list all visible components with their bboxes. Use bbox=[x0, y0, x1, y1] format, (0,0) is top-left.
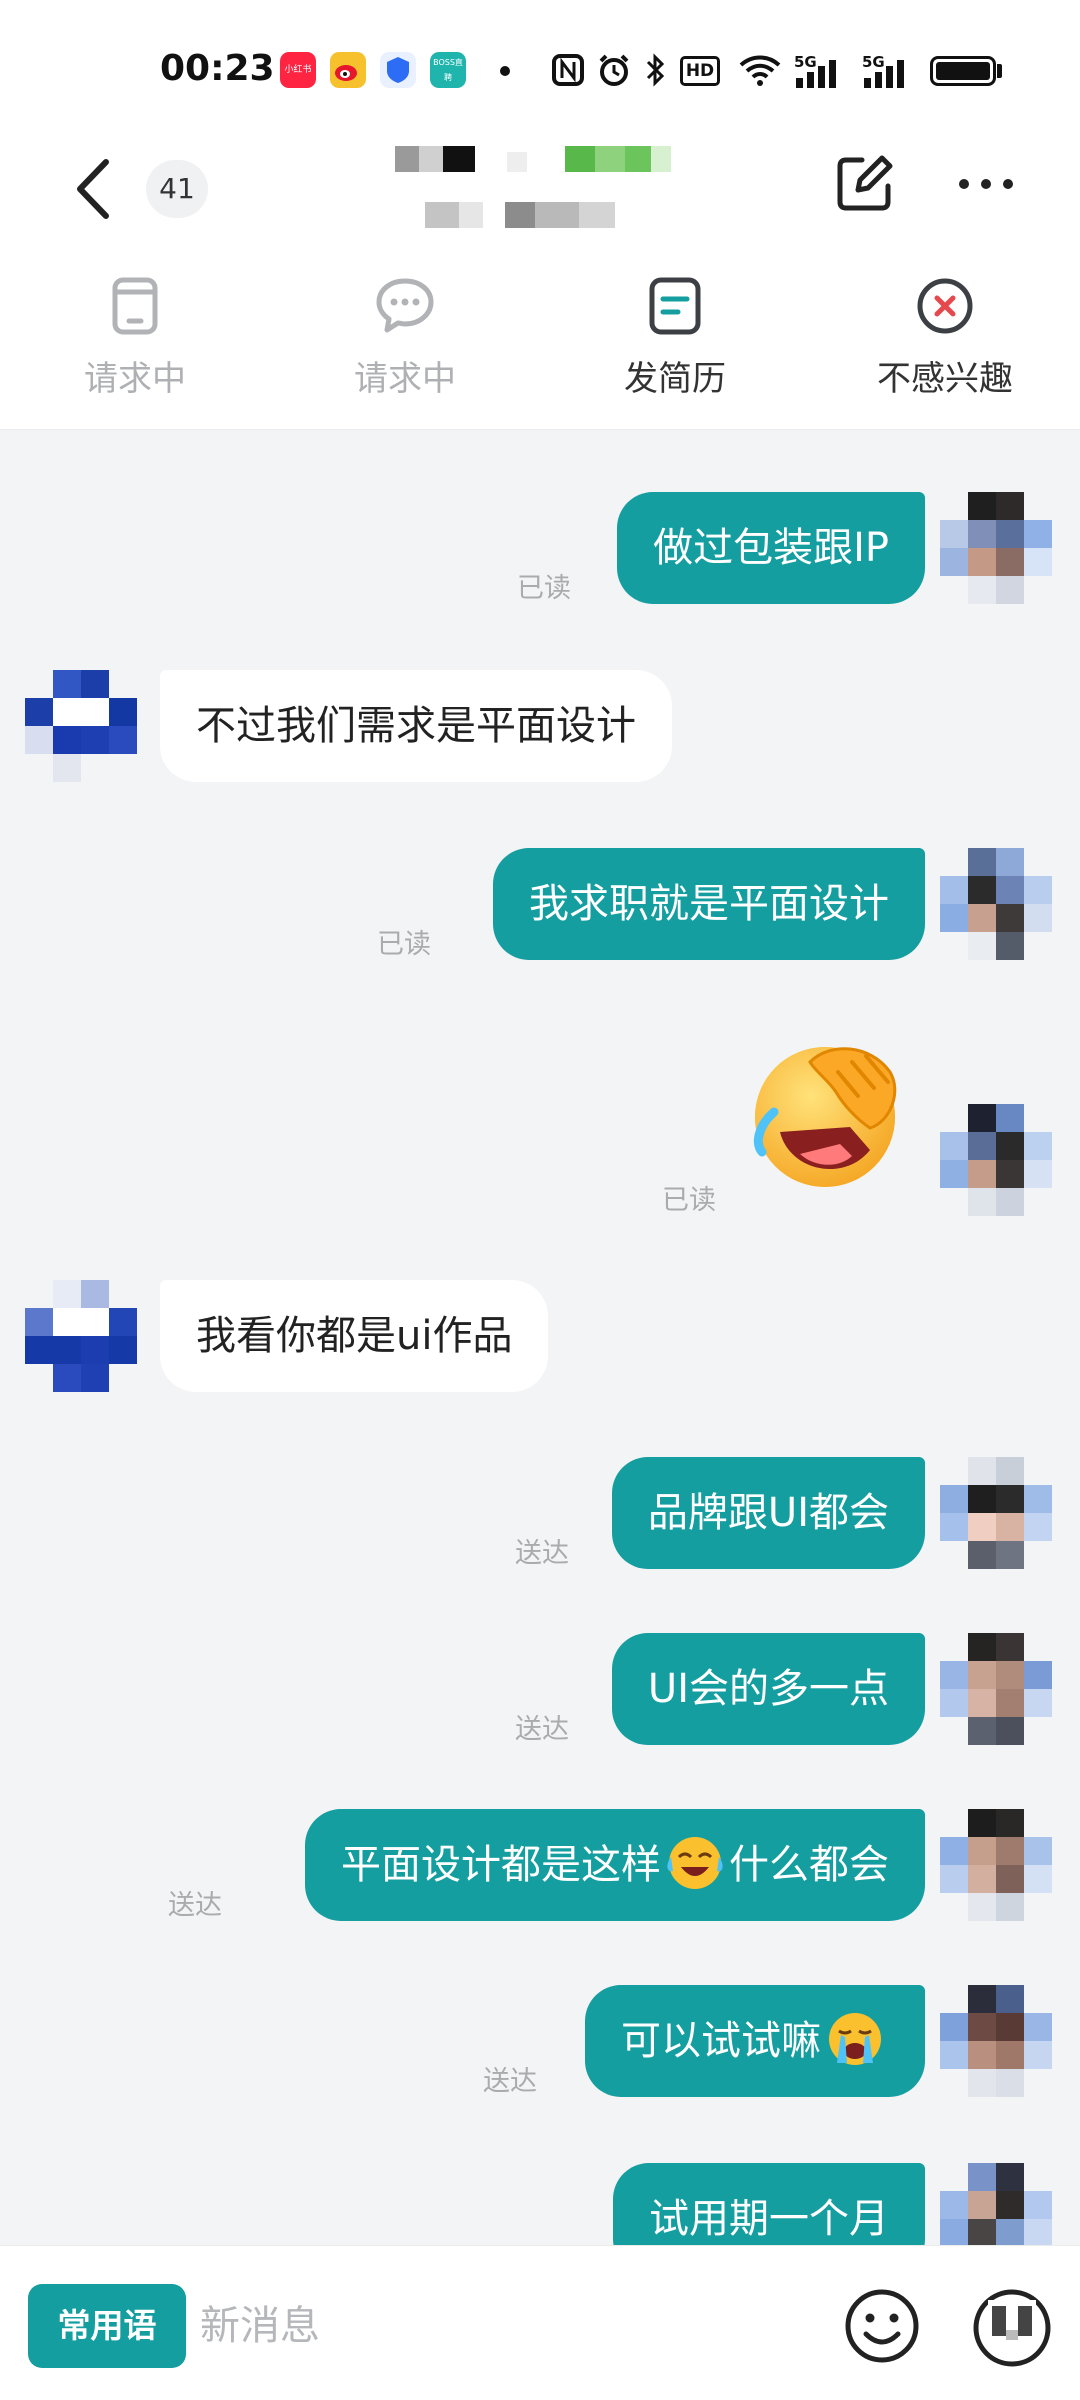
not-interested-label: 不感兴趣 bbox=[877, 359, 1013, 399]
message-text-part: 什么都会 bbox=[729, 1842, 889, 1888]
read-receipt: 已读 bbox=[377, 929, 431, 960]
signal-1-icon: 5G bbox=[794, 52, 844, 88]
message-row: 送达 UI会的多一点 bbox=[0, 1633, 1080, 1763]
chat-messages[interactable]: 已读 做过包装跟IP 不过我们需求是平面设计 已读 我求职就是平面设计 已读 我… bbox=[0, 430, 1080, 2245]
message-row: 我看你都是ui作品 bbox=[0, 1280, 1080, 1410]
weibo-icon bbox=[330, 52, 366, 88]
delivered-receipt: 送达 bbox=[483, 2066, 537, 2097]
action-bar: 请求中 请求中 发简历 不感兴趣 bbox=[0, 255, 1080, 430]
my-avatar[interactable] bbox=[940, 1104, 1052, 1216]
my-avatar[interactable] bbox=[940, 1457, 1052, 1569]
message-row: 已读 我求职就是平面设计 bbox=[0, 848, 1080, 978]
emoji-picker-icon[interactable] bbox=[842, 2286, 922, 2366]
shield-app-icon bbox=[380, 52, 416, 88]
nfc-icon bbox=[552, 54, 584, 86]
message-row: 送达 品牌跟UI都会 bbox=[0, 1457, 1080, 1587]
delivered-receipt: 送达 bbox=[515, 1538, 569, 1569]
request-phone-action[interactable]: 请求中 bbox=[25, 275, 245, 415]
message-row: 不过我们需求是平面设计 bbox=[0, 670, 1080, 800]
chat-header: 41 bbox=[0, 130, 1080, 255]
incoming-bubble[interactable]: 不过我们需求是平面设计 bbox=[160, 670, 672, 782]
more-attachments-icon[interactable] bbox=[970, 2286, 1054, 2370]
outgoing-bubble[interactable]: 做过包装跟IP bbox=[617, 492, 925, 604]
status-bar: 00:23 小红书 BOSS直聘 HD 5G 5G bbox=[0, 0, 1080, 130]
request-wechat-action[interactable]: 请求中 bbox=[295, 275, 515, 415]
message-text-part: 可以试试嘛 bbox=[621, 2018, 821, 2064]
more-options-icon[interactable] bbox=[956, 174, 1016, 194]
facepalm-laugh-emoji[interactable] bbox=[740, 1032, 915, 1192]
request-phone-label: 请求中 bbox=[84, 359, 186, 399]
outgoing-bubble[interactable]: 平面设计都是这样 什么都会 bbox=[305, 1809, 925, 1921]
delivered-receipt: 送达 bbox=[168, 1890, 222, 1921]
message-input-bar: 常用语 bbox=[0, 2245, 1080, 2400]
request-wechat-label: 请求中 bbox=[354, 359, 456, 399]
read-receipt: 已读 bbox=[517, 573, 571, 604]
message-row: 已读 做过包装跟IP bbox=[0, 492, 1080, 622]
xiaohongshu-icon: 小红书 bbox=[280, 52, 316, 88]
phone-request-icon bbox=[112, 277, 158, 335]
delivered-receipt: 送达 bbox=[515, 1714, 569, 1745]
message-row: 试用期一个月 bbox=[0, 2163, 1080, 2245]
my-avatar[interactable] bbox=[940, 1985, 1052, 2097]
back-arrow-icon[interactable] bbox=[70, 154, 120, 224]
not-interested-icon bbox=[917, 278, 973, 334]
contact-name-redacted[interactable] bbox=[395, 140, 695, 240]
my-avatar[interactable] bbox=[940, 492, 1052, 604]
outgoing-bubble[interactable]: 可以试试嘛 bbox=[585, 1985, 925, 2097]
tears-of-joy-emoji bbox=[667, 1837, 723, 1889]
outgoing-bubble[interactable]: 试用期一个月 bbox=[613, 2163, 925, 2245]
recruiter-avatar[interactable] bbox=[25, 1280, 137, 1392]
my-avatar[interactable] bbox=[940, 2163, 1052, 2245]
send-resume-action[interactable]: 发简历 bbox=[565, 275, 785, 415]
wifi-icon bbox=[739, 55, 781, 86]
send-resume-label: 发简历 bbox=[624, 359, 726, 399]
boss-zhipin-icon: BOSS直聘 bbox=[430, 52, 466, 88]
outgoing-bubble[interactable]: UI会的多一点 bbox=[611, 1633, 925, 1745]
my-avatar[interactable] bbox=[940, 1633, 1052, 1745]
bluetooth-icon bbox=[646, 53, 665, 87]
battery-icon bbox=[930, 56, 996, 86]
crying-emoji bbox=[829, 2013, 881, 2065]
outgoing-bubble[interactable]: 我求职就是平面设计 bbox=[493, 848, 925, 960]
quick-phrases-button[interactable]: 常用语 bbox=[28, 2284, 186, 2368]
message-input[interactable] bbox=[200, 2284, 820, 2368]
my-avatar[interactable] bbox=[940, 848, 1052, 960]
battery-cap bbox=[997, 64, 1002, 78]
incoming-bubble[interactable]: 我看你都是ui作品 bbox=[160, 1280, 549, 1392]
unread-count-badge[interactable]: 41 bbox=[146, 160, 208, 218]
outgoing-bubble[interactable]: 品牌跟UI都会 bbox=[611, 1457, 925, 1569]
hd-voice-icon: HD bbox=[680, 56, 720, 86]
message-row: 送达 可以试试嘛 bbox=[0, 1985, 1080, 2115]
wechat-request-icon bbox=[376, 278, 434, 333]
message-row: 送达 平面设计都是这样 什么都会 bbox=[0, 1809, 1080, 1939]
notification-dot bbox=[500, 66, 510, 76]
status-time: 00:23 bbox=[160, 48, 275, 89]
not-interested-action[interactable]: 不感兴趣 bbox=[835, 275, 1055, 415]
message-text-part: 平面设计都是这样 bbox=[341, 1842, 661, 1888]
resume-icon bbox=[649, 277, 701, 335]
message-row: 已读 bbox=[0, 1032, 1080, 1232]
recruiter-avatar[interactable] bbox=[25, 670, 137, 782]
read-receipt: 已读 bbox=[662, 1185, 716, 1216]
alarm-icon bbox=[599, 54, 629, 86]
signal-2-icon: 5G bbox=[862, 52, 912, 88]
compose-icon[interactable] bbox=[832, 152, 896, 216]
my-avatar[interactable] bbox=[940, 1809, 1052, 1921]
